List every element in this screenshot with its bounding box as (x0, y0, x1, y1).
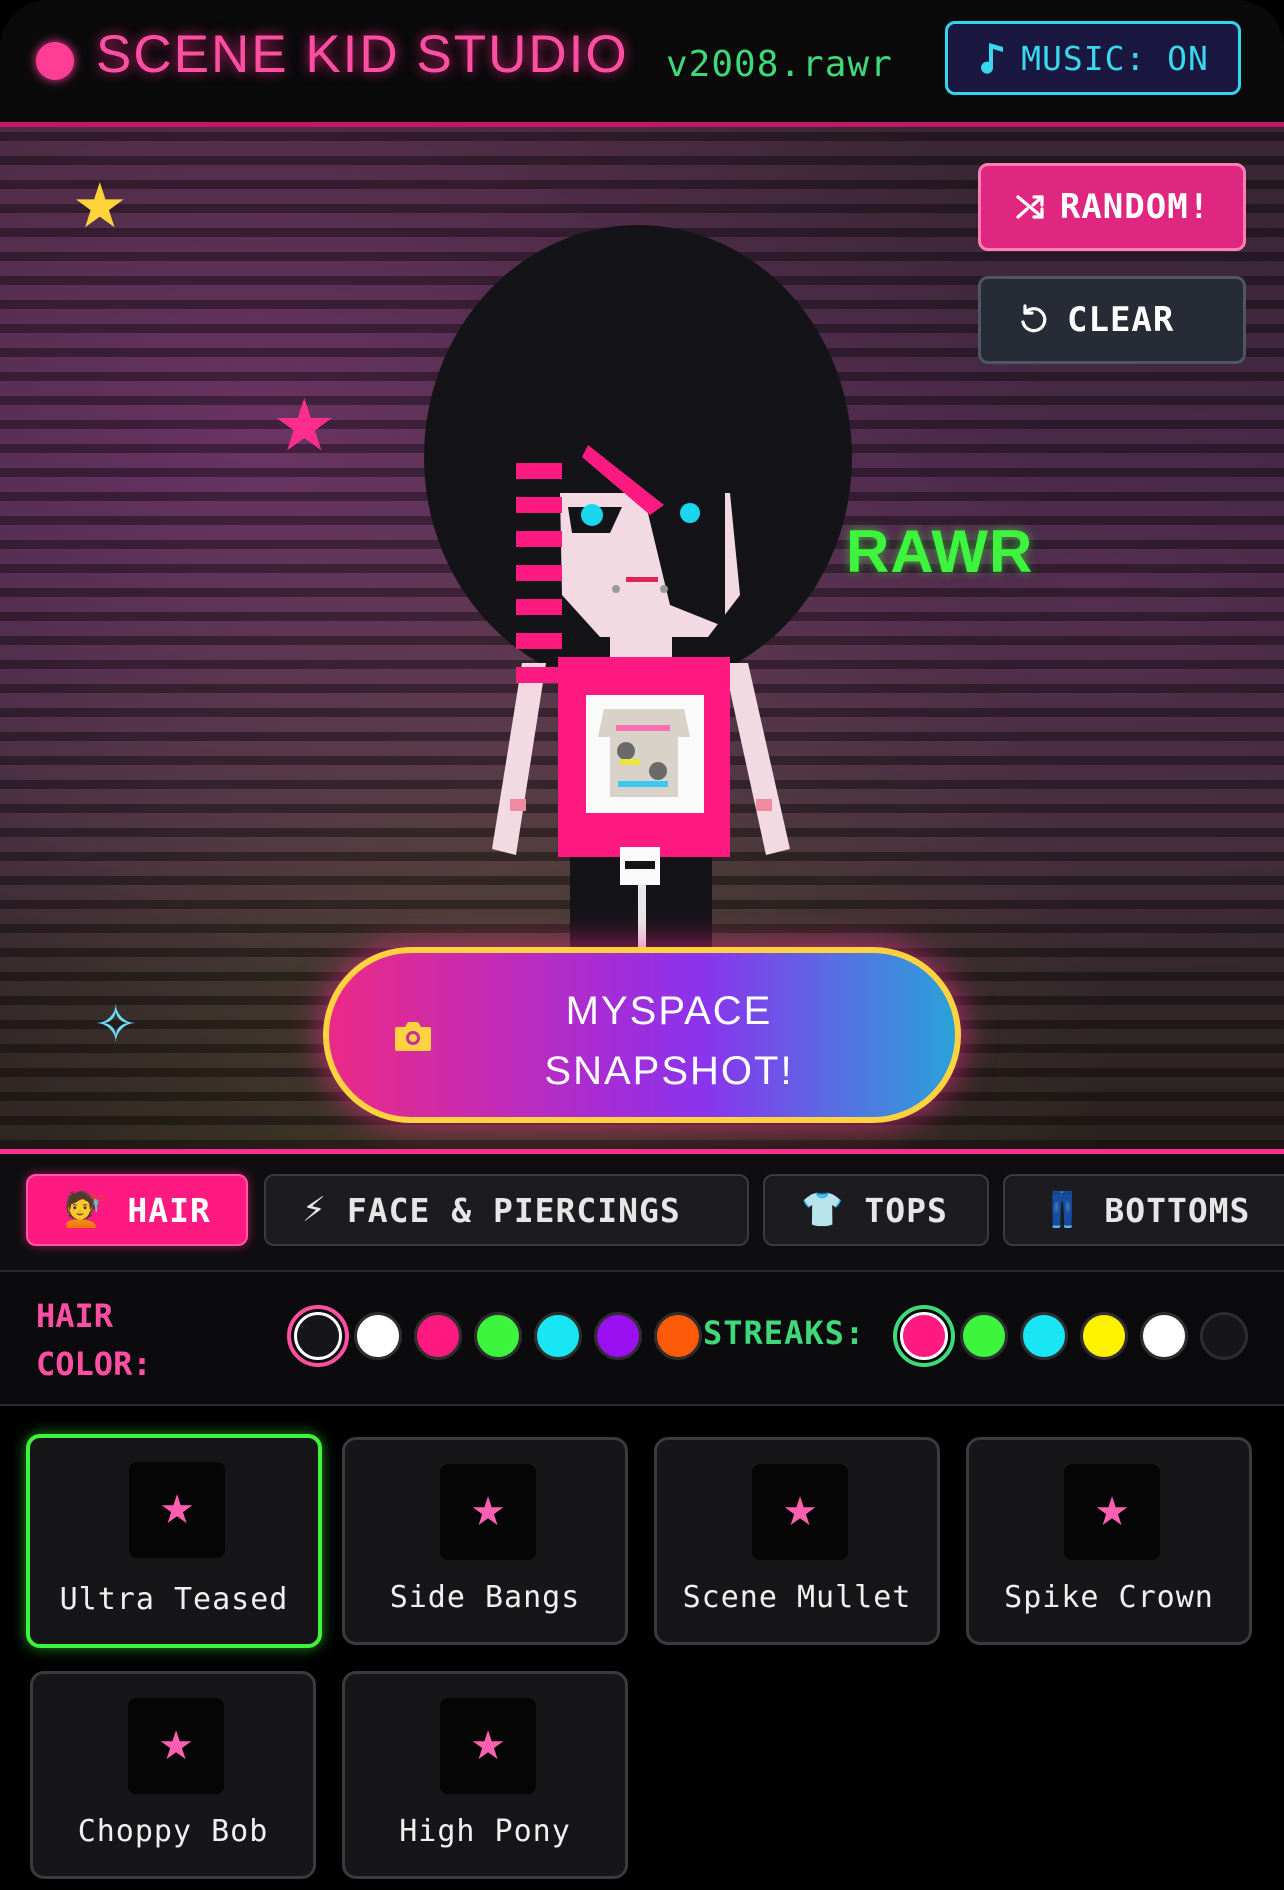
style-card-ultra-teased[interactable]: ★ Ultra Teased (26, 1434, 322, 1648)
style-card-label: Spike Crown (1004, 1580, 1214, 1615)
avatar-stage: ★ ★ ✧ RAWR RANDOM! CLEAR MYSPACE SNAPSHO… (0, 127, 1284, 1149)
music-note-icon (981, 43, 1004, 74)
style-card-spike-crown[interactable]: ★ Spike Crown (966, 1437, 1252, 1645)
style-card-label: Side Bangs (389, 1580, 581, 1615)
star-icon: ★ (470, 1723, 506, 1769)
color-swatch[interactable] (1140, 1312, 1188, 1360)
star-decoration-icon: ★ (72, 169, 128, 242)
header: SCENE KID STUDIO v2008.rawr MUSIC: ON (0, 0, 1284, 127)
color-swatch[interactable] (960, 1312, 1008, 1360)
hair-style-grid: ★ Ultra Teased ★ Side Bangs ★ Scene Mull… (0, 1406, 1284, 1890)
style-card-label: Choppy Bob (77, 1814, 269, 1849)
star-icon: ★ (1094, 1489, 1130, 1535)
lightning-icon: ⚡ (302, 1190, 327, 1230)
style-thumbnail: ★ (129, 1462, 225, 1558)
streaks-label: STREAKS: (703, 1314, 866, 1352)
tab-label: BOTTOMS (1104, 1190, 1251, 1230)
style-card-choppy-bob[interactable]: ★ Choppy Bob (30, 1671, 316, 1879)
reset-icon (1021, 304, 1047, 333)
snapshot-label-line1: MYSPACE (565, 989, 773, 1033)
tab-label: TOPS (864, 1190, 948, 1230)
music-toggle-label: MUSIC: ON (1021, 38, 1209, 78)
hair-color-label: HAIR COLOR: (36, 1297, 152, 1383)
version-label: v2008.rawr (666, 44, 893, 85)
color-swatch[interactable] (594, 1312, 642, 1360)
color-swatch[interactable] (893, 1305, 955, 1367)
jeans-icon: 👖 (1041, 1190, 1085, 1230)
style-card-label: High Pony (399, 1814, 571, 1849)
tab-label: FACE & PIERCINGS (346, 1190, 681, 1230)
color-swatch[interactable] (354, 1312, 402, 1360)
snapshot-label-line2: SNAPSHOT! (544, 1049, 794, 1093)
hairdresser-icon: 💇 (64, 1190, 108, 1230)
style-card-scene-mullet[interactable]: ★ Scene Mullet (654, 1437, 940, 1645)
style-thumbnail: ★ (128, 1698, 224, 1794)
style-card-label: Ultra Teased (59, 1582, 289, 1617)
style-card-side-bangs[interactable]: ★ Side Bangs (342, 1437, 628, 1645)
color-swatch[interactable] (474, 1312, 522, 1360)
sparkle-decoration-icon: ✧ (94, 995, 138, 1055)
tab-label: HAIR (127, 1190, 211, 1230)
snapshot-button-label: MYSPACE SNAPSHOT! (519, 981, 819, 1101)
clear-button-label: CLEAR (1067, 300, 1175, 340)
category-tabs: 💇 HAIR ⚡ FACE & PIERCINGS 👕 TOPS 👖 BOTTO… (0, 1154, 1284, 1272)
shuffle-icon (1016, 195, 1044, 219)
color-swatch[interactable] (1080, 1312, 1128, 1360)
random-button[interactable]: RANDOM! (978, 163, 1246, 251)
tshirt-icon: 👕 (801, 1190, 845, 1230)
myspace-snapshot-button[interactable]: MYSPACE SNAPSHOT! (323, 947, 961, 1123)
style-thumbnail: ★ (440, 1698, 536, 1794)
color-swatch[interactable] (654, 1312, 702, 1360)
color-swatch[interactable] (414, 1312, 462, 1360)
color-swatch[interactable] (1200, 1312, 1248, 1360)
music-toggle-button[interactable]: MUSIC: ON (945, 21, 1241, 95)
star-icon: ★ (782, 1489, 818, 1535)
tab-bottoms[interactable]: 👖 BOTTOMS (1003, 1174, 1284, 1246)
logo-dot-icon (36, 42, 74, 80)
rawr-speech-text: RAWR (846, 518, 1034, 585)
app-title: SCENE KID STUDIO (96, 25, 629, 84)
clear-button[interactable]: CLEAR (978, 276, 1246, 364)
star-decoration-icon: ★ (272, 383, 337, 467)
style-thumbnail: ★ (1064, 1464, 1160, 1560)
color-swatch[interactable] (534, 1312, 582, 1360)
color-swatch[interactable] (287, 1305, 349, 1367)
star-icon: ★ (470, 1489, 506, 1535)
tab-hair[interactable]: 💇 HAIR (26, 1174, 248, 1246)
star-icon: ★ (159, 1487, 195, 1533)
style-card-label: Scene Mullet (682, 1580, 912, 1615)
style-thumbnail: ★ (752, 1464, 848, 1560)
random-button-label: RANDOM! (1059, 187, 1211, 227)
color-swatch[interactable] (1020, 1312, 1068, 1360)
color-picker-row: HAIR COLOR: STREAKS: (0, 1272, 1284, 1406)
camera-icon (395, 1022, 431, 1051)
tab-face-piercings[interactable]: ⚡ FACE & PIERCINGS (264, 1174, 749, 1246)
style-card-high-pony[interactable]: ★ High Pony (342, 1671, 628, 1879)
app-window: SCENE KID STUDIO v2008.rawr MUSIC: ON ★ … (0, 0, 1284, 1890)
tab-tops[interactable]: 👕 TOPS (763, 1174, 989, 1246)
style-thumbnail: ★ (440, 1464, 536, 1560)
star-icon: ★ (158, 1723, 194, 1769)
